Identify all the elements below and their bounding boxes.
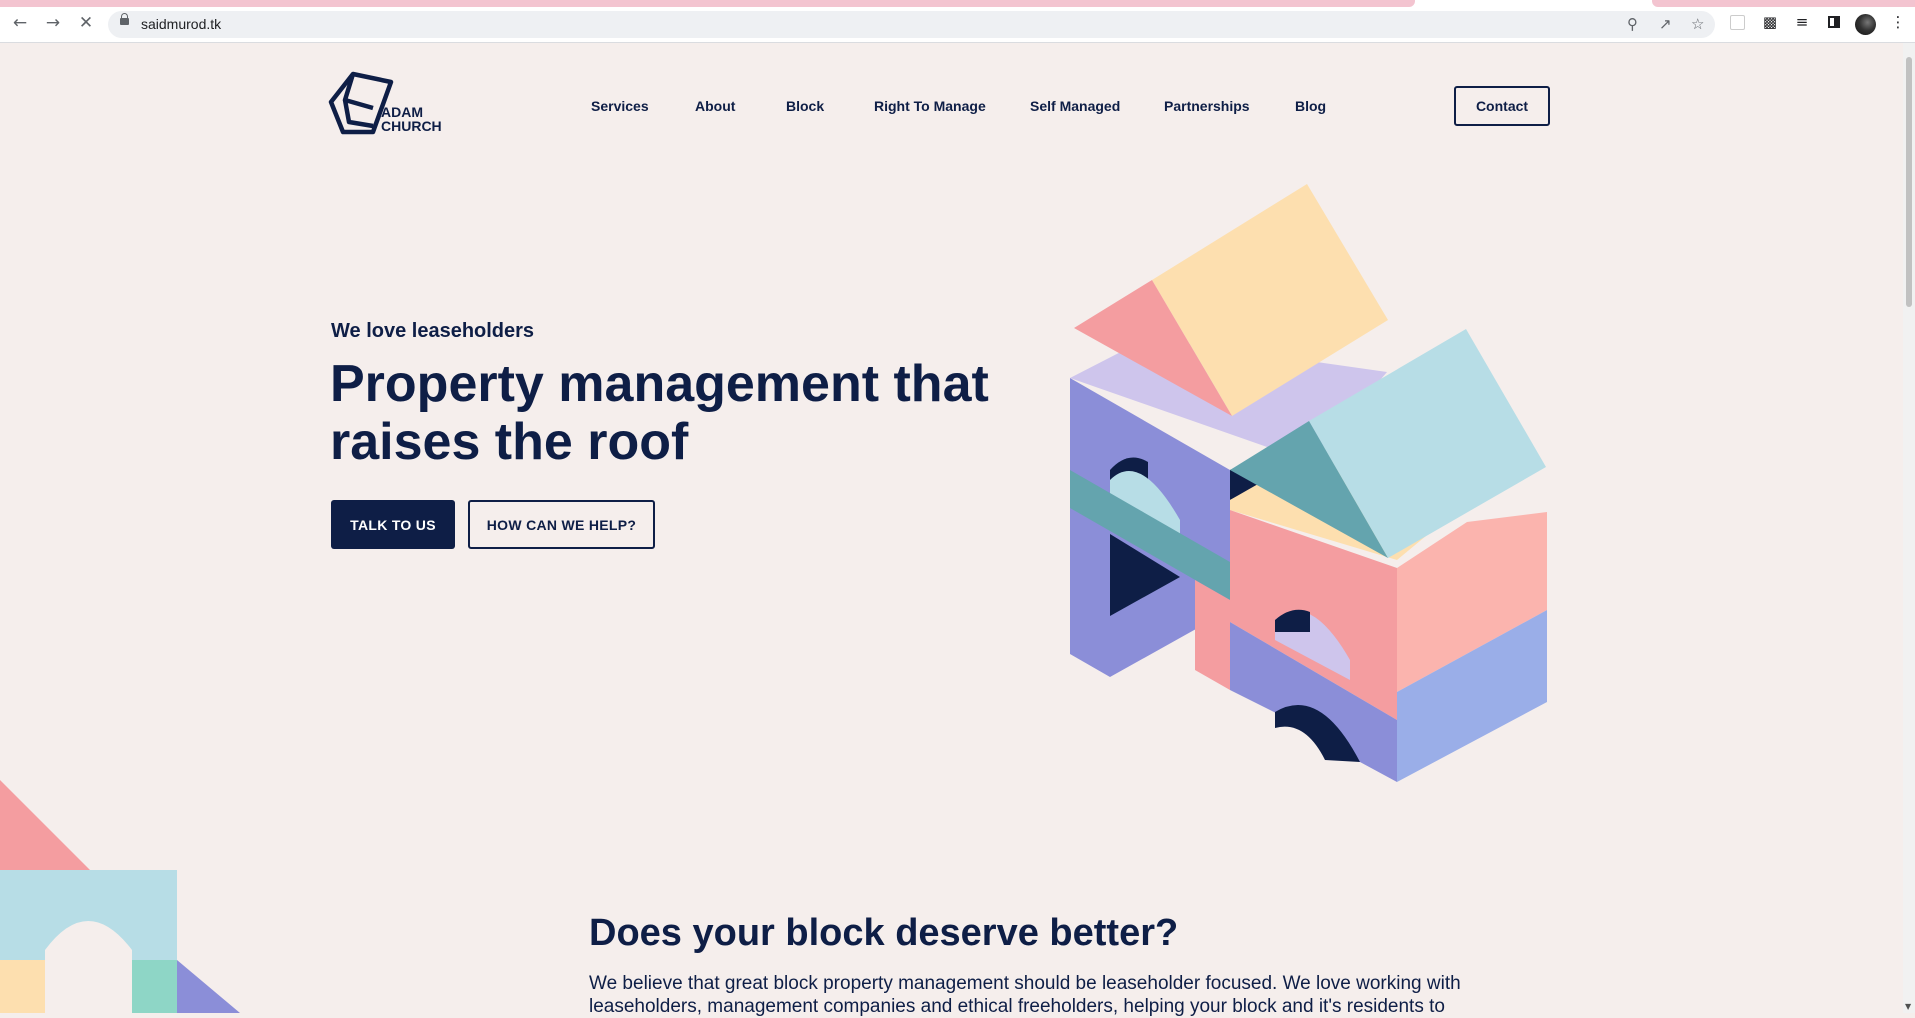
hero-eyebrow: We love leaseholders: [331, 320, 535, 342]
address-bar[interactable]: saidmurod.tk ⚲ ↗ ☆: [108, 11, 1715, 38]
section-title: Does your block deserve better?: [589, 912, 1179, 954]
page-scrollbar[interactable]: ▼: [1903, 43, 1915, 1013]
talk-to-us-button[interactable]: TALK TO US: [331, 500, 455, 549]
media-queue-icon[interactable]: ≡: [1792, 12, 1812, 32]
corner-decoration: [0, 780, 240, 1013]
corner-pink-triangle: [0, 780, 90, 870]
logo-line-2: CHURCH: [381, 118, 442, 134]
nav-link-services[interactable]: Services: [591, 98, 649, 114]
extension-placeholder-icon[interactable]: [1727, 12, 1747, 32]
stop-loading-button[interactable]: ✕: [76, 13, 96, 33]
lock-icon: [120, 13, 129, 25]
arrow-right-icon: →: [45, 13, 61, 33]
nav-link-self-managed[interactable]: Self Managed: [1030, 98, 1120, 114]
share-icon[interactable]: ↗: [1659, 15, 1672, 33]
profile-avatar[interactable]: [1855, 14, 1876, 35]
nav-link-partnerships[interactable]: Partnerships: [1164, 98, 1250, 114]
scrollbar-thumb[interactable]: [1906, 57, 1912, 307]
contact-button[interactable]: Contact: [1454, 86, 1550, 126]
side-panel-icon[interactable]: [1824, 12, 1844, 32]
arrow-left-icon: ←: [12, 13, 28, 33]
zoom-icon[interactable]: ⚲: [1627, 15, 1638, 33]
logo-line-1: ADAM: [381, 104, 423, 120]
section-body: We believe that great block property man…: [589, 973, 1461, 1017]
nav-link-about[interactable]: About: [695, 98, 735, 114]
close-icon: ✕: [78, 13, 94, 33]
url-text: saidmurod.tk: [141, 16, 222, 32]
tab-strip-edge: [1652, 0, 1915, 7]
corner-peach-block: [0, 960, 45, 1013]
nav-link-right-to-manage[interactable]: Right To Manage: [874, 98, 986, 114]
nav-link-block[interactable]: Block: [786, 98, 824, 114]
nav-link-blog[interactable]: Blog: [1295, 98, 1326, 114]
corner-teal-block: [130, 960, 177, 1013]
menu-kebab-icon[interactable]: ⋮: [1888, 12, 1908, 32]
logo-wordmark: ADAM CHURCH: [381, 105, 442, 133]
scroll-down-arrow-icon[interactable]: ▼: [1905, 1002, 1911, 1011]
back-button[interactable]: ←: [10, 13, 30, 33]
hero-building-illustration: [1070, 184, 1547, 782]
extensions-puzzle-icon[interactable]: ▩: [1760, 12, 1780, 32]
bookmark-star-icon[interactable]: ☆: [1691, 15, 1704, 33]
tab-strip-edge: [0, 0, 1415, 7]
forward-button[interactable]: →: [43, 13, 63, 33]
corner-periwinkle-triangle: [177, 960, 240, 1013]
hero-title: Property management that raises the roof: [330, 355, 989, 471]
browser-toolbar: ← → ✕ saidmurod.tk ⚲ ↗ ☆ ▩ ≡ ⋮: [0, 0, 1915, 43]
how-can-we-help-button[interactable]: HOW CAN WE HELP?: [468, 500, 655, 549]
